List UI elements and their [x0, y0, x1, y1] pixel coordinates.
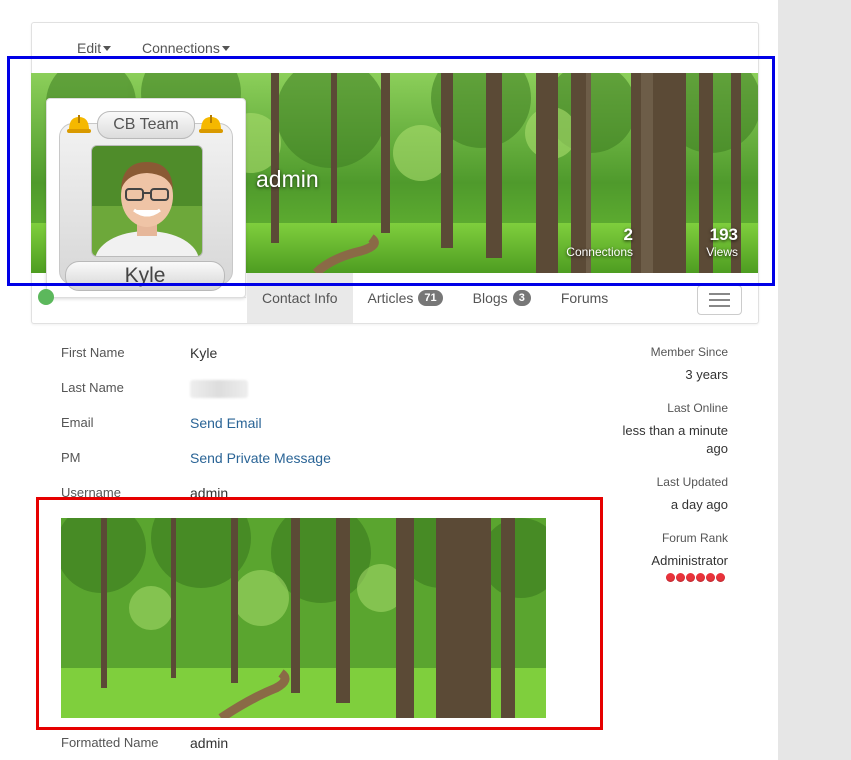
field-label: Formatted Name	[61, 735, 159, 750]
field-label: First Name	[61, 345, 125, 360]
last-online-value-cont: ago	[706, 441, 728, 456]
rank-stars	[666, 573, 725, 582]
member-since-value: 3 years	[685, 367, 728, 382]
connections-menu[interactable]: Connections	[142, 40, 230, 56]
field-label: PM	[61, 450, 81, 465]
last-online-label: Last Online	[667, 401, 728, 415]
online-status-icon	[38, 289, 54, 305]
edit-menu[interactable]: Edit	[77, 40, 112, 56]
hamburger-icon	[709, 305, 730, 307]
forum-rank-label: Forum Rank	[661, 531, 728, 545]
profile-menu: Edit Connections	[77, 40, 257, 56]
rank-star-icon	[666, 573, 675, 582]
field-value-redacted	[190, 380, 248, 401]
field-value: admin	[190, 735, 229, 751]
send-private-message-link[interactable]: Send Private Message	[190, 450, 331, 466]
send-email-link[interactable]: Send Email	[190, 415, 262, 431]
highlight-box-red	[36, 497, 603, 730]
last-online-value: less than a minute	[622, 423, 728, 438]
chevron-down-icon	[221, 46, 230, 51]
divider	[54, 297, 246, 298]
connections-menu-label: Connections	[142, 40, 220, 56]
articles-count-badge: 71	[418, 290, 443, 306]
edit-menu-label: Edit	[77, 40, 102, 56]
chevron-down-icon	[103, 46, 112, 51]
highlight-box-blue	[7, 56, 775, 286]
rank-star-icon	[696, 573, 705, 582]
member-since-label: Member Since	[650, 345, 728, 359]
rank-star-icon	[706, 573, 715, 582]
field-label: Email	[61, 415, 94, 430]
field-value: Kyle	[190, 345, 218, 361]
rank-star-icon	[686, 573, 695, 582]
last-updated-label: Last Updated	[656, 475, 728, 489]
hamburger-icon	[709, 293, 730, 295]
rank-star-icon	[676, 573, 685, 582]
hamburger-menu-button[interactable]	[697, 285, 742, 315]
last-updated-value: a day ago	[670, 497, 728, 512]
blogs-count-badge: 3	[512, 290, 531, 306]
forum-rank-value: Administrator	[651, 553, 728, 568]
page-gutter	[778, 0, 851, 760]
rank-star-icon	[716, 573, 725, 582]
field-label: Last Name	[61, 380, 124, 395]
hamburger-icon	[709, 299, 730, 301]
redacted-value	[190, 380, 248, 398]
